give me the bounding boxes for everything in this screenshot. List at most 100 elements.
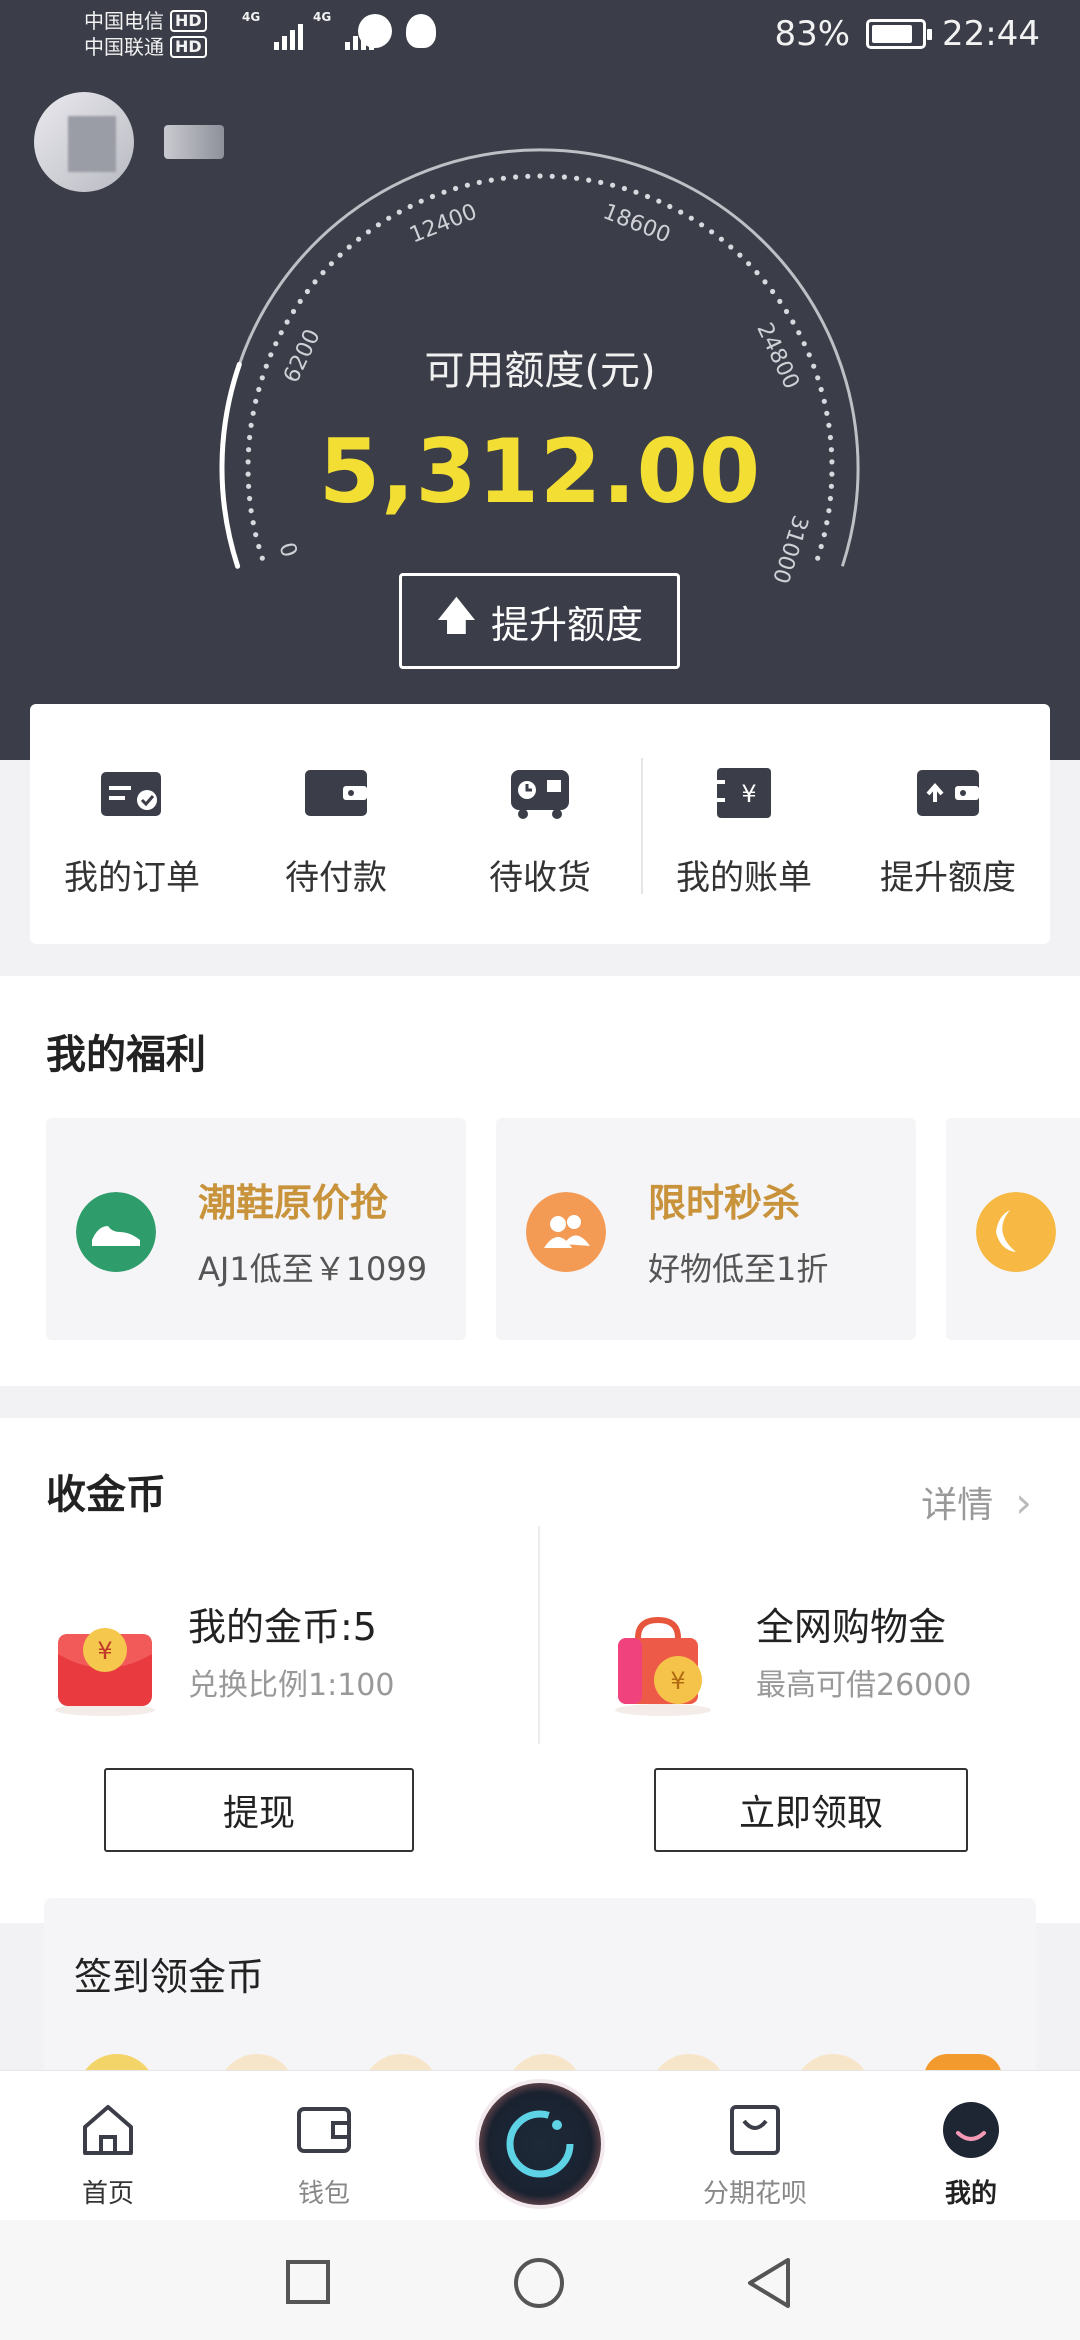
tab-label: 首页 xyxy=(81,2179,134,2209)
home-circle-icon[interactable] xyxy=(512,2256,566,2310)
recent-apps-icon[interactable] xyxy=(284,2258,332,2306)
gauge-dot xyxy=(284,319,290,325)
tab-label: 我的 xyxy=(944,2179,997,2209)
gauge-dot xyxy=(253,398,259,404)
quick-item-pending-delivery[interactable]: 待收货 xyxy=(438,704,642,944)
gauge-dot xyxy=(297,298,303,304)
center-logo-icon xyxy=(506,2110,574,2178)
coins-detail-link[interactable]: 详情 › xyxy=(921,1476,1032,1528)
quick-item-label: 我的账单 xyxy=(676,858,812,898)
gauge-dot xyxy=(441,189,447,195)
gauge-dot xyxy=(728,244,734,250)
gauge-dot xyxy=(633,189,639,195)
system-navigation-bar xyxy=(0,2220,1080,2340)
coins-title: 收金币 xyxy=(46,1472,166,1518)
gauge-dot xyxy=(549,173,555,179)
gauge-dot xyxy=(500,175,506,181)
my-coins-subtitle: 兑换比例1:100 xyxy=(188,1668,395,1703)
welfare-card-sneakers[interactable]: 潮鞋原价抢 AJ1低至￥1099 xyxy=(46,1118,466,1340)
my-coins-title: 我的金币:5 xyxy=(188,1605,377,1649)
gauge-dot xyxy=(375,222,381,228)
divider xyxy=(641,758,643,894)
divider xyxy=(538,1526,540,1744)
center-action-button[interactable] xyxy=(479,2083,601,2205)
shopping-bag-coin-icon: ¥ xyxy=(615,1616,711,1716)
back-icon[interactable] xyxy=(744,2256,794,2310)
gauge-dot xyxy=(796,330,802,336)
quick-item-label: 提升额度 xyxy=(880,858,1016,898)
group-icon xyxy=(526,1192,606,1272)
welfare-card-title: 潮鞋原价抢 xyxy=(198,1181,389,1225)
gauge-tick-label: 12400 xyxy=(406,199,480,248)
gauge-dot xyxy=(278,330,284,336)
red-envelope-icon: ¥ xyxy=(55,1628,155,1716)
gauge-tick-label: 18600 xyxy=(599,199,673,248)
tab-wallet[interactable]: 钱包 xyxy=(254,2101,394,2210)
gauge-dot xyxy=(718,236,725,242)
gauge-dot xyxy=(365,229,371,235)
raise-limit-icon xyxy=(917,770,979,816)
raise-limit-button[interactable]: 🡅 提升额度 xyxy=(399,573,680,669)
gauge-dot xyxy=(709,229,715,235)
available-credit-label: 可用额度(元) xyxy=(424,348,656,394)
gauge-dot xyxy=(821,532,827,538)
gauge-dot xyxy=(790,319,796,325)
withdraw-button[interactable]: 提现 xyxy=(104,1768,414,1852)
bottom-tab-bar: 首页 钱包 分期花呗 我的 xyxy=(0,2070,1080,2220)
gauge-dot xyxy=(762,279,768,285)
gauge-dot xyxy=(537,173,543,179)
gauge-dot xyxy=(346,244,352,250)
gauge-dot xyxy=(250,410,256,416)
gauge-dot xyxy=(821,398,827,404)
welfare-card-flash-sale[interactable]: 限时秒杀 好物低至1折 xyxy=(496,1118,916,1340)
shopping-bag-icon xyxy=(730,2105,780,2155)
quick-item-pending-payment[interactable]: 待付款 xyxy=(234,704,438,944)
available-credit-value: 5,312.00 xyxy=(318,420,762,523)
gauge-dot xyxy=(328,261,334,267)
gauge-dot xyxy=(464,182,470,188)
gauge-dot xyxy=(699,222,705,228)
tab-installment[interactable]: 分期花呗 xyxy=(685,2101,825,2210)
gauge-dot xyxy=(513,174,519,180)
quick-item-raise-limit[interactable]: 提升额度 xyxy=(846,704,1050,944)
credit-header: 中国电信 HD 中国联通 HD 4G 4G 83% 22:44 0 6200 1… xyxy=(0,0,1080,760)
tab-home[interactable]: 首页 xyxy=(38,2101,178,2210)
gauge-dot xyxy=(770,288,776,295)
order-icon xyxy=(101,772,161,816)
quick-item-my-bill[interactable]: ¥ 我的账单 xyxy=(642,704,846,944)
truck-icon xyxy=(511,770,569,819)
raise-limit-label: 提升额度 xyxy=(491,602,644,647)
quick-item-label: 我的订单 xyxy=(64,858,200,898)
gauge-dot xyxy=(678,209,684,215)
gauge-dot xyxy=(824,410,830,416)
gauge-dot xyxy=(256,543,262,550)
gauge-dot xyxy=(815,555,821,561)
sign-in-title: 签到领金币 xyxy=(74,1955,265,1999)
gauge-dot xyxy=(667,203,673,210)
gauge-dot xyxy=(304,288,310,295)
gauge-dot xyxy=(574,175,580,181)
gauge-dot xyxy=(746,261,752,267)
tab-me[interactable]: 我的 xyxy=(901,2101,1041,2210)
quick-item-orders[interactable]: 我的订单 xyxy=(30,704,234,944)
gauge-dot xyxy=(337,252,343,258)
app-screen: 中国电信 HD 中国联通 HD 4G 4G 83% 22:44 0 6200 1… xyxy=(0,0,1080,2340)
bill-icon: ¥ xyxy=(717,768,771,818)
gauge-dot xyxy=(356,236,362,242)
home-icon xyxy=(83,2105,133,2155)
welfare-card-subtitle: 好物低至1折 xyxy=(648,1250,829,1288)
wallet-icon xyxy=(297,2107,351,2153)
detail-label: 详情 xyxy=(921,1485,994,1526)
gauge-dot xyxy=(818,543,824,550)
gauge-dot xyxy=(259,555,265,561)
gauge-dot xyxy=(598,179,604,185)
welfare-section: 我的福利 潮鞋原价抢 AJ1低至￥1099 限时秒杀 好物低至1折 xyxy=(0,976,1080,1386)
gauge-dot xyxy=(453,185,459,192)
gauge-dot xyxy=(290,308,297,315)
gauge-dot xyxy=(656,198,662,204)
claim-now-button[interactable]: 立即领取 xyxy=(654,1768,968,1852)
arrow-up-icon: 🡅 xyxy=(435,593,478,639)
welfare-card-partial[interactable] xyxy=(946,1118,1080,1340)
gauge-dot xyxy=(586,177,592,183)
gauge-dot xyxy=(320,270,326,276)
